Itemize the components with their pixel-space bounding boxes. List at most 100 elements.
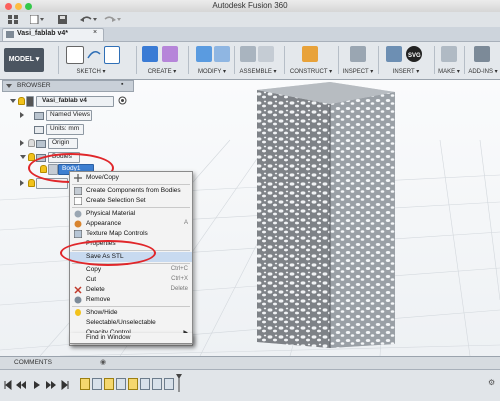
menu-item-label: Delete	[86, 286, 105, 293]
item-label: Origin	[52, 139, 70, 146]
comments-toggle-icon[interactable]: ◉	[100, 358, 106, 366]
units-icon	[34, 126, 44, 134]
timeline-combine-feature[interactable]	[164, 378, 174, 390]
rectangle-icon	[104, 46, 120, 64]
activate-icon[interactable]	[118, 96, 127, 105]
app-title: Autodesk Fusion 360	[212, 1, 288, 10]
timeline-pattern-feature[interactable]	[152, 378, 162, 390]
browser-header[interactable]: BROWSER ▪	[2, 80, 134, 92]
menu-item-label: Texture Map Controls	[86, 230, 148, 237]
modify-label: MODIFY ▾	[198, 69, 226, 75]
browser-item-origin[interactable]: Origin	[20, 138, 110, 149]
redo-icon[interactable]	[104, 15, 122, 24]
pin-icon[interactable]: ▪	[121, 81, 123, 88]
appearance-icon	[74, 220, 82, 228]
construct-group[interactable]: CONSTRUCT ▾	[286, 44, 336, 77]
collapse-icon[interactable]	[20, 155, 26, 159]
timeline-extrude-feature[interactable]	[116, 378, 126, 390]
browser-root[interactable]: Vasi_fablab v4	[10, 96, 130, 107]
sketch-group[interactable]: SKETCH ▾	[62, 44, 120, 77]
menu-item-label: Copy	[86, 266, 102, 273]
workspace-switcher[interactable]: MODEL ▾	[4, 48, 44, 72]
menu-item-shortcut: A	[183, 220, 188, 226]
expand-icon[interactable]	[20, 112, 24, 118]
create-label: CREATE ▾	[147, 69, 177, 75]
toolbar-divider	[378, 46, 379, 74]
menu-item-cut[interactable]: Cut Ctrl+X	[70, 275, 192, 285]
extrude-icon	[142, 46, 158, 62]
timeline-marker[interactable]	[176, 374, 182, 392]
menu-item-label: Physical Material	[86, 210, 136, 217]
menu-item-label: Cut	[86, 276, 97, 283]
timeline-sketch-feature[interactable]	[80, 378, 90, 390]
make-group[interactable]: MAKE ▾	[436, 44, 462, 77]
menu-item-label: Move/Copy	[86, 174, 119, 181]
toolbar-divider	[464, 46, 465, 74]
item-label: Units: mm	[50, 125, 80, 132]
menu-item-move-copy[interactable]: Move/Copy	[70, 173, 192, 183]
toolbar-divider	[136, 46, 137, 74]
menu-item-shortcut: Delete	[170, 286, 188, 292]
physical-material-icon	[74, 210, 82, 218]
menu-item-copy[interactable]: Copy Ctrl+C	[70, 265, 192, 275]
comments-bar[interactable]: COMMENTS ◉	[0, 356, 500, 370]
toolbar-divider	[58, 46, 59, 74]
toolbar-divider	[284, 46, 285, 74]
browser-item-units[interactable]: Units: mm	[20, 124, 110, 135]
expand-icon[interactable]	[10, 99, 16, 103]
visibility-bulb-icon[interactable]	[28, 179, 35, 187]
timeline-settings-icon[interactable]: ⚙	[488, 378, 495, 387]
undo-icon[interactable]	[80, 15, 98, 24]
menu-item-label: Create Components from Bodies	[86, 187, 181, 194]
expand-icon[interactable]	[20, 180, 24, 186]
line-icon	[86, 46, 102, 62]
menu-separator	[72, 207, 190, 208]
menu-item-create-selection-set[interactable]: Create Selection Set	[70, 196, 192, 206]
texture-map-icon	[74, 230, 82, 238]
timeline-playback-controls[interactable]	[4, 380, 74, 390]
svg-text:SVG: SVG	[408, 53, 421, 59]
menu-item-appearance[interactable]: Appearance A	[70, 219, 192, 229]
visibility-bulb-icon[interactable]	[18, 97, 25, 105]
menu-item-texture-map[interactable]: Texture Map Controls	[70, 229, 192, 239]
close-tab-icon[interactable]: ×	[93, 29, 97, 36]
insert-label: INSERT ▾	[392, 69, 420, 75]
menu-item-show-hide[interactable]: Show/Hide	[70, 308, 192, 318]
inspect-group[interactable]: INSPECT ▾	[340, 44, 376, 77]
timeline-sketch-feature[interactable]	[104, 378, 114, 390]
menu-item-create-components[interactable]: Create Components from Bodies	[70, 186, 192, 196]
press-pull-icon	[196, 46, 212, 62]
move-icon	[74, 174, 82, 182]
modify-group[interactable]: MODIFY ▾	[192, 44, 232, 77]
assemble-group[interactable]: ASSEMBLE ▾	[236, 44, 280, 77]
file-menu-icon[interactable]	[30, 15, 44, 24]
grid-menu-icon[interactable]	[8, 15, 18, 24]
insert-svg-icon: SVG	[406, 46, 422, 62]
document-tab[interactable]: Vasi_fablab v4* ×	[2, 28, 104, 41]
root-label: Vasi_fablab v4	[42, 97, 87, 104]
vase-model[interactable]	[245, 82, 415, 354]
create-group[interactable]: CREATE ▾	[140, 44, 184, 77]
insert-group[interactable]: SVG INSERT ▾	[380, 44, 432, 77]
timeline-extrude-feature[interactable]	[92, 378, 102, 390]
collapse-icon[interactable]	[6, 84, 12, 88]
document-icon	[6, 31, 14, 38]
expand-icon[interactable]	[20, 140, 24, 146]
quick-access-toolbar	[0, 12, 500, 28]
menu-item-physical-material[interactable]: Physical Material	[70, 209, 192, 219]
menu-item-delete[interactable]: Delete Delete	[70, 285, 192, 295]
timeline-extrude-feature[interactable]	[140, 378, 150, 390]
timeline-sketch-feature[interactable]	[128, 378, 138, 390]
save-icon[interactable]	[58, 15, 67, 24]
joint-icon	[258, 46, 274, 62]
menu-item-selectable[interactable]: Selectable/Unselectable	[70, 318, 192, 328]
assemble-label: ASSEMBLE ▾	[239, 69, 277, 75]
visibility-bulb-icon[interactable]	[28, 139, 35, 147]
browser-item-named-views[interactable]: Named Views	[20, 110, 110, 121]
document-icon	[26, 96, 34, 107]
add-ins-group[interactable]: ADD-INS ▾	[466, 44, 500, 77]
menu-item-shortcut: Ctrl+C	[170, 266, 188, 272]
menu-item-remove[interactable]: Remove	[70, 295, 192, 305]
menu-item-label: Appearance	[86, 220, 122, 227]
menu-item-find-in-window[interactable]: Find in Window	[69, 333, 193, 344]
